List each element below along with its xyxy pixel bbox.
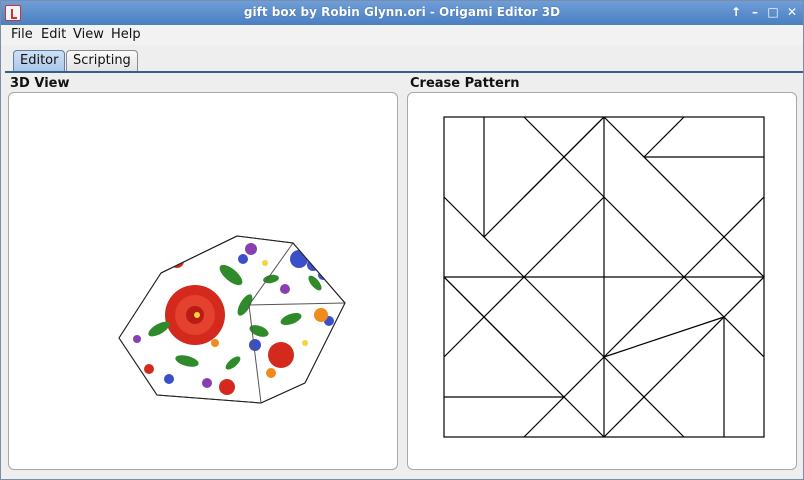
tab-divider	[5, 71, 803, 73]
crease-pattern-panel[interactable]	[407, 92, 797, 470]
app-window: gift box by Robin Glynn.ori - Origami Ed…	[0, 0, 804, 480]
menu-bar: File Edit View Help	[1, 25, 803, 45]
keep-above-icon[interactable]: ↑	[729, 5, 743, 19]
menu-file[interactable]: File	[11, 27, 33, 42]
title-bar[interactable]: gift box by Robin Glynn.ori - Origami Ed…	[1, 1, 803, 25]
crease-pattern-canvas[interactable]	[408, 93, 796, 469]
minimize-icon[interactable]: –	[748, 5, 762, 19]
window-title: gift box by Robin Glynn.ori - Origami Ed…	[243, 5, 561, 19]
view3d-label: 3D View	[10, 76, 70, 91]
model-3d-canvas[interactable]	[9, 93, 397, 469]
menu-help[interactable]: Help	[111, 27, 141, 42]
menu-edit[interactable]: Edit	[41, 27, 66, 42]
close-icon[interactable]: ✕	[785, 5, 799, 19]
tab-scripting[interactable]: Scripting	[66, 50, 138, 72]
crease-lines	[443, 116, 765, 438]
menu-view[interactable]: View	[73, 27, 104, 42]
gift-box-model	[118, 235, 346, 404]
tab-editor[interactable]: Editor	[13, 50, 66, 72]
crease-pattern-label: Crease Pattern	[410, 76, 520, 91]
tab-strip: Editor Scripting	[1, 47, 803, 73]
view3d-panel[interactable]	[8, 92, 398, 470]
maximize-icon[interactable]: □	[766, 5, 780, 19]
